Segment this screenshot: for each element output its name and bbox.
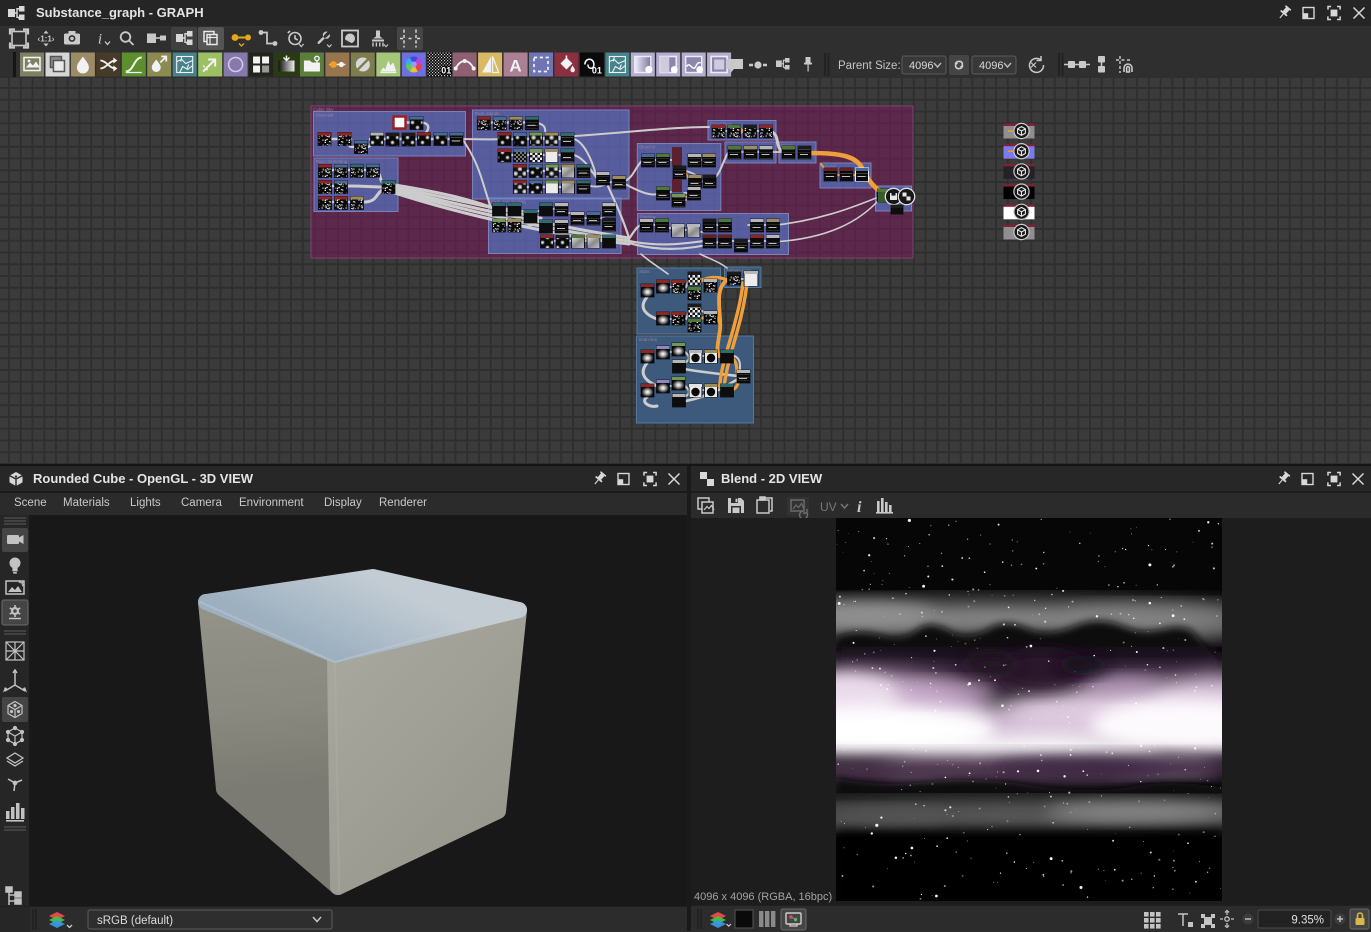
svg-text:9.35%: 9.35% [1291,915,1324,927]
svg-text:i: i [857,499,862,516]
svg-text:Pixel Stretching: Pixel Stretching [316,159,348,164]
svg-text:4096: 4096 [909,60,933,72]
svg-text:01: 01 [592,66,602,76]
svg-text:Scan line: Scan line [639,337,658,342]
svg-text:01: 01 [441,66,451,76]
svg-text:‹1:1›: ‹1:1› [38,35,55,44]
svg-text:Overcast: Overcast [316,113,335,118]
svg-text:Stars: Stars [639,269,650,274]
svg-text:Pixel islands: Pixel islands [475,111,501,116]
svg-text:Blend in: Blend in [639,145,656,150]
svg-text:UV: UV [820,500,837,514]
svg-text:A: A [509,57,521,76]
svg-text:i: i [98,32,102,48]
svg-text:Parent Size:: Parent Size: [838,60,901,72]
svg-text:sRGB (default): sRGB (default) [97,915,173,927]
svg-text:4096: 4096 [979,60,1003,72]
